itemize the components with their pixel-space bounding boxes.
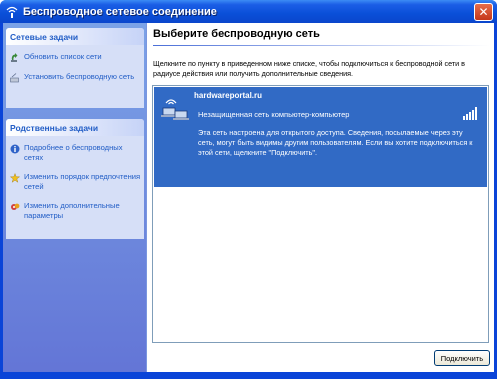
refresh-network-list-link[interactable]: Обновить список сети [10,52,141,63]
wireless-network-icon [5,5,19,19]
network-name: hardwareportal.ru [194,91,263,100]
change-network-order-link[interactable]: Изменить порядок предпочтения сетей [9,172,141,192]
group-header-related-tasks[interactable]: Родственные задачи [6,119,144,136]
close-icon: ✕ [478,5,489,19]
network-list-item[interactable]: hardwareportal.ru Незащищенная сеть комп… [154,87,487,187]
instructions-text: Щелкните по пункту в приведенном ниже сп… [153,59,465,78]
task-label: Обновить список сети [24,52,102,61]
ad-hoc-network-icon [160,91,190,121]
task-pane: Сетевые задачи Обновить список сети Уста… [3,23,146,376]
heading-divider [153,45,490,46]
learn-about-wireless-link[interactable]: Подробнее о беспроводных сетях [10,143,141,163]
window-title: Беспроводное сетевое соединение [23,5,217,18]
window-bottom-border [3,372,494,376]
task-label: Установить беспроводную сеть [24,72,135,81]
set-up-wireless-network-link[interactable]: Установить беспроводную сеть [10,72,141,83]
window-client: Сетевые задачи Обновить список сети Уста… [3,23,494,376]
network-security-type: Незащищенная сеть компьютер-компьютер [198,110,350,119]
connect-button[interactable]: Подключить [434,350,490,366]
task-label: Подробнее о беспроводных сетях [24,143,123,162]
window: Беспроводное сетевое соединение ✕ Сетевы… [0,0,497,379]
group-header-network-tasks[interactable]: Сетевые задачи [6,28,144,45]
refresh-icon [10,53,20,63]
related-tasks-group: Родственные задачи Подробнее о беспровод… [6,119,144,239]
network-description: Эта сеть настроена для открытого доступа… [198,128,473,157]
title-bar[interactable]: Беспроводное сетевое соединение ✕ [0,0,497,23]
main-pane: Выберите беспроводную сеть Щелкните по п… [147,23,494,376]
page-title: Выберите беспроводную сеть [153,28,320,40]
close-button[interactable]: ✕ [474,3,493,21]
change-advanced-settings-link[interactable]: Изменить дополнительные параметры [10,201,141,221]
settings-icon [10,202,20,212]
signal-strength-icon [463,107,477,120]
task-label: Изменить дополнительные параметры [24,201,120,220]
star-icon [9,172,21,183]
wizard-icon [10,73,20,83]
network-list[interactable]: hardwareportal.ru Незащищенная сеть комп… [152,85,489,343]
task-label: Изменить порядок предпочтения сетей [24,172,141,191]
network-tasks-group: Сетевые задачи Обновить список сети Уста… [6,28,144,108]
info-icon [10,144,20,154]
